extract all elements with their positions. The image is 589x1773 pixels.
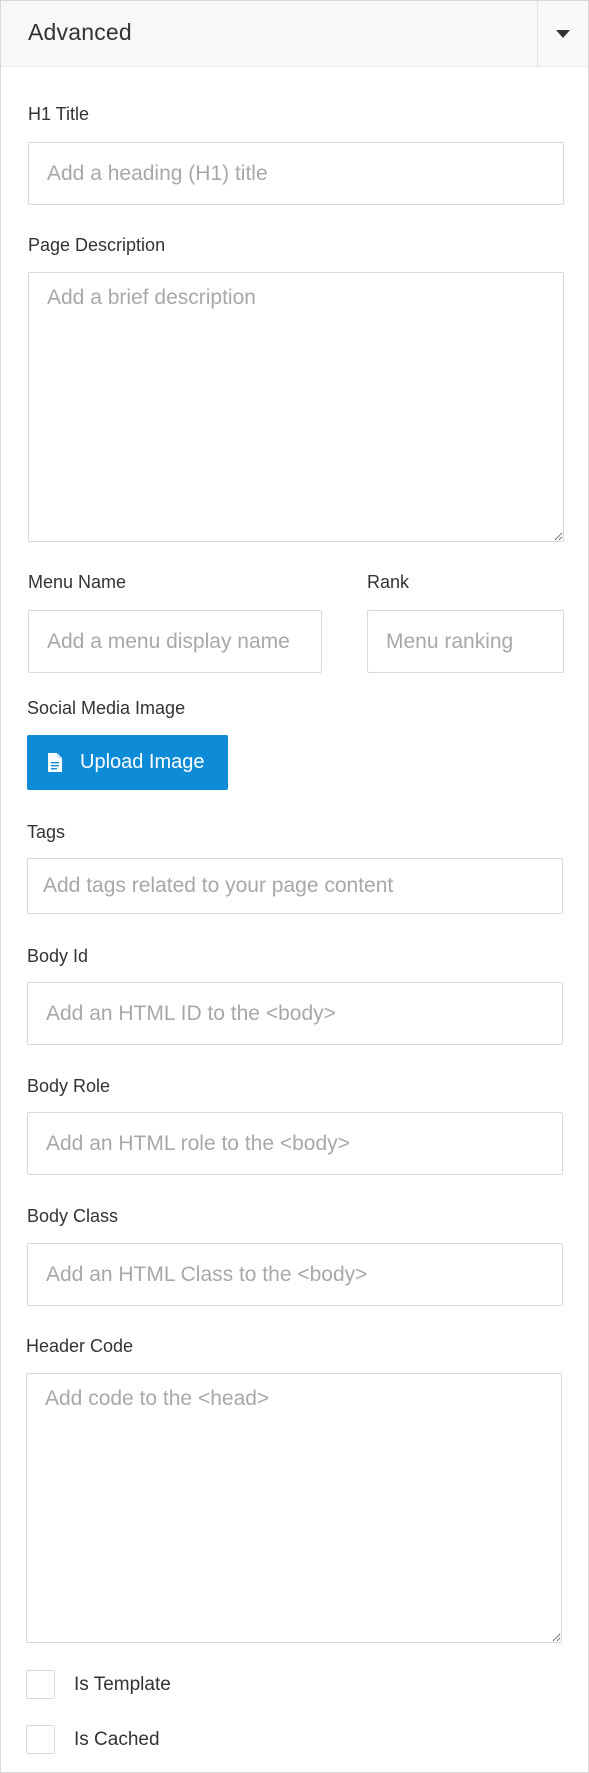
header-code-textarea[interactable] — [26, 1373, 562, 1643]
upload-image-label: Upload Image — [80, 751, 205, 773]
header-code-label: Header Code — [26, 1336, 134, 1356]
h1-title-label: H1 Title — [28, 104, 90, 124]
page-description-textarea[interactable] — [28, 272, 564, 542]
body-role-input[interactable] — [27, 1112, 563, 1175]
menu-name-input[interactable] — [28, 610, 322, 673]
panel-title: Advanced — [28, 19, 132, 45]
caret-down-icon — [556, 30, 570, 38]
rank-input[interactable] — [367, 610, 564, 673]
body-class-label: Body Class — [27, 1206, 119, 1226]
panel-header[interactable]: Advanced — [1, 1, 588, 67]
tags-label: Tags — [27, 822, 66, 842]
tags-input[interactable] — [27, 858, 563, 914]
is-template-checkbox[interactable] — [26, 1670, 55, 1699]
body-id-input[interactable] — [27, 982, 563, 1045]
page-description-label: Page Description — [28, 235, 166, 255]
body-id-label: Body Id — [27, 946, 89, 966]
is-cached-checkbox[interactable] — [26, 1725, 55, 1754]
is-template-label: Is Template — [74, 1674, 171, 1695]
advanced-panel: Advanced H1 Title Page Description Menu … — [0, 0, 589, 1773]
body-role-label: Body Role — [27, 1076, 111, 1096]
is-cached-label: Is Cached — [74, 1729, 160, 1750]
body-class-input[interactable] — [27, 1243, 563, 1306]
file-icon — [48, 753, 62, 772]
rank-label: Rank — [367, 572, 410, 592]
h1-title-input[interactable] — [28, 142, 564, 205]
upload-image-button[interactable]: Upload Image — [27, 735, 228, 790]
panel-toggle-button[interactable] — [537, 1, 588, 67]
social-media-image-label: Social Media Image — [27, 698, 186, 718]
menu-name-label: Menu Name — [28, 572, 127, 592]
